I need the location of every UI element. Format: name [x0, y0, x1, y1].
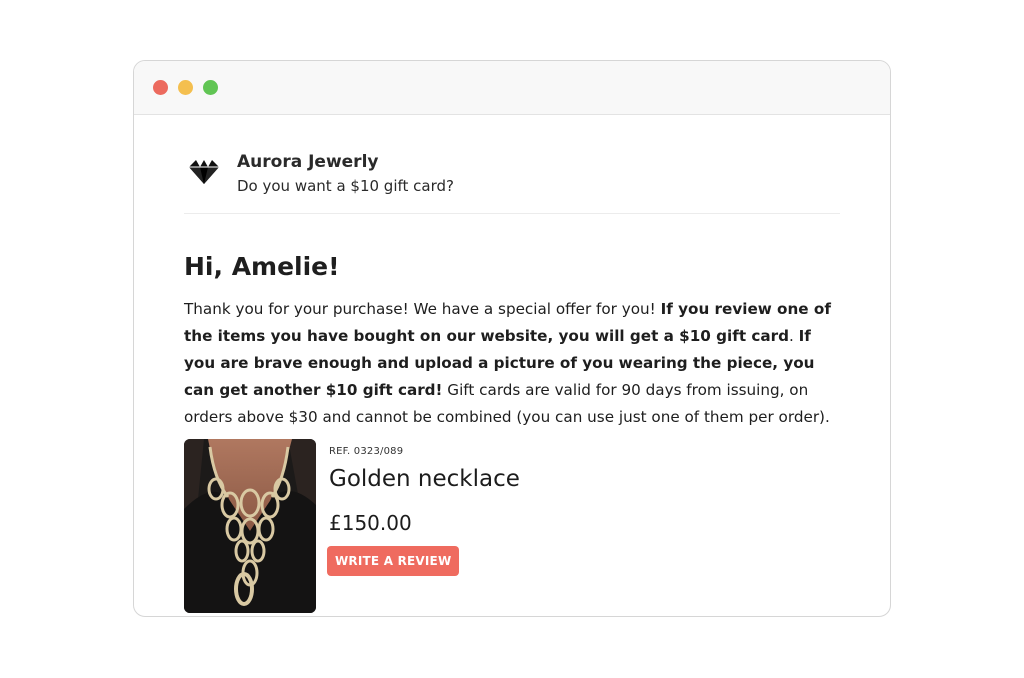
- product-ref: REF. 0323/089: [329, 446, 404, 457]
- greeting-heading: Hi, Amelie!: [184, 252, 340, 281]
- close-window-button[interactable]: [153, 80, 168, 95]
- product-price: £150.00: [329, 511, 412, 535]
- body-intro: Thank you for your purchase! We have a s…: [184, 300, 661, 318]
- product-image[interactable]: [184, 439, 316, 613]
- window-titlebar: [134, 61, 890, 115]
- product-card: REF. 0323/089 Golden necklace £150.00 WR…: [184, 439, 840, 613]
- sender-block: Aurora Jewerly Do you want a $10 gift ca…: [237, 151, 454, 199]
- email-header: Aurora Jewerly Do you want a $10 gift ca…: [184, 115, 840, 214]
- diamond-icon: [189, 160, 219, 184]
- product-info: REF. 0323/089 Golden necklace £150.00 WR…: [327, 439, 520, 613]
- minimize-window-button[interactable]: [178, 80, 193, 95]
- sender-name: Aurora Jewerly: [237, 152, 379, 172]
- body-period: .: [789, 327, 799, 345]
- email-subject: Do you want a $10 gift card?: [237, 177, 454, 195]
- maximize-window-button[interactable]: [203, 80, 218, 95]
- email-content: Aurora Jewerly Do you want a $10 gift ca…: [184, 115, 840, 613]
- email-body: Thank you for your purchase! We have a s…: [184, 296, 840, 431]
- write-review-button[interactable]: WRITE A REVIEW: [327, 546, 460, 576]
- email-window: Aurora Jewerly Do you want a $10 gift ca…: [133, 60, 891, 617]
- product-name[interactable]: Golden necklace: [329, 462, 520, 496]
